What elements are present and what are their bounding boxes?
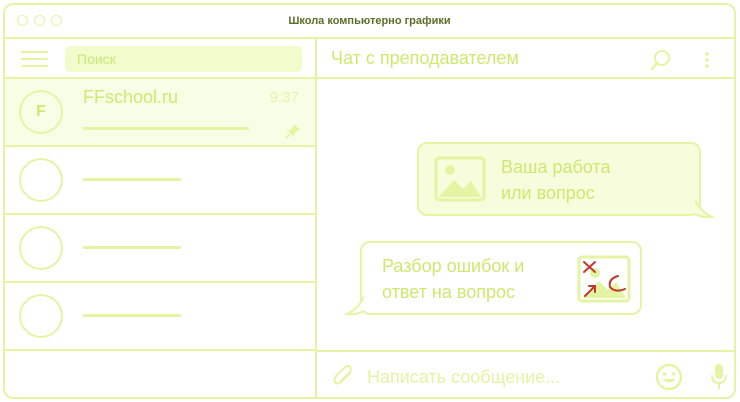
image-placeholder-icon [434,156,486,202]
chat-list-sidebar: Поиск F FFschool.ru 9:37 [5,39,317,397]
message-bubble-outgoing: Ваша работа или вопрос [417,142,701,216]
chat-name-placeholder [83,246,181,249]
avatar-letter: F [36,103,46,120]
microphone-icon[interactable] [710,363,728,391]
chat-name: FFschool.ru [83,87,179,107]
search-input[interactable]: Поиск [65,46,302,72]
message-text-line: Ваша работа [501,157,611,177]
message-input[interactable]: Написать сообщение... [367,367,560,388]
message-bubble-incoming: Разбор ошибок и ответ на вопрос [360,241,642,315]
title-bar: Школа компьютерно графики [5,5,734,39]
window-title: Школа компьютерно графики [288,15,451,27]
chat-header: Чат с преподавателем [317,39,734,79]
chat-list-item[interactable] [5,147,315,215]
chat-list-item[interactable] [5,215,315,283]
paperclip-icon[interactable] [333,365,355,387]
search-icon[interactable] [650,49,672,71]
more-vertical-icon[interactable] [703,49,711,71]
emoji-icon[interactable] [655,363,683,391]
bubble-tail-incoming [344,296,364,316]
message-text-line: ответ на вопрос [382,282,515,302]
avatar: F [19,90,63,134]
chat-name-placeholder [83,178,181,181]
message-text-line: Разбор ошибок и [382,256,525,276]
bubble-tail-outgoing [695,199,715,219]
sidebar-header: Поиск [5,39,315,79]
avatar [19,226,63,270]
message-composer: Написать сообщение... [317,350,734,397]
chat-list-item[interactable]: F FFschool.ru 9:37 [5,79,315,147]
chat-list-item[interactable] [5,283,315,351]
chat-time: 9:37 [269,89,299,106]
message-text-line: или вопрос [501,183,595,203]
message-preview-placeholder [83,127,249,130]
pin-icon [285,124,300,139]
hamburger-icon[interactable] [21,51,48,67]
avatar [19,158,63,202]
app-window: Школа компьютерно графики Поиск F FFscho… [3,3,736,399]
chat-title: Чат с преподавателем [331,48,519,68]
avatar [19,294,63,338]
chat-name-placeholder [83,314,181,317]
annotated-image-icon [577,255,631,303]
